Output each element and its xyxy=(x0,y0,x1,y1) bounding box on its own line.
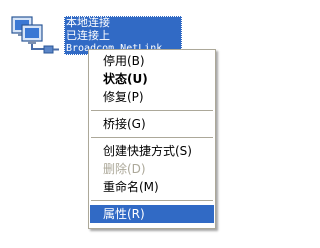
menu-item-bridge[interactable]: 桥接(G) xyxy=(90,115,214,133)
menu-separator xyxy=(91,200,213,201)
menu-item-create-shortcut[interactable]: 创建快捷方式(S) xyxy=(90,142,214,160)
menu-separator xyxy=(91,110,213,111)
menu-item-disable[interactable]: 停用(B) xyxy=(90,52,214,70)
network-connection-icon xyxy=(11,16,59,54)
menu-item-delete: 删除(D) xyxy=(103,162,146,176)
menu-item-repair[interactable]: 修复(P) xyxy=(90,88,214,106)
connection-status: 已连接上 xyxy=(66,29,110,42)
menu-item-properties[interactable]: 属性(R) xyxy=(90,205,214,223)
menu-separator xyxy=(91,137,213,138)
menu-item-rename[interactable]: 重命名(M) xyxy=(90,178,214,196)
connection-name: 本地连接 xyxy=(66,16,110,29)
context-menu: 停用(B) 状态(U) 修复(P) 桥接(G) 创建快捷方式(S) 删除(D) … xyxy=(88,49,216,229)
menu-item-status[interactable]: 状态(U) xyxy=(90,70,214,88)
